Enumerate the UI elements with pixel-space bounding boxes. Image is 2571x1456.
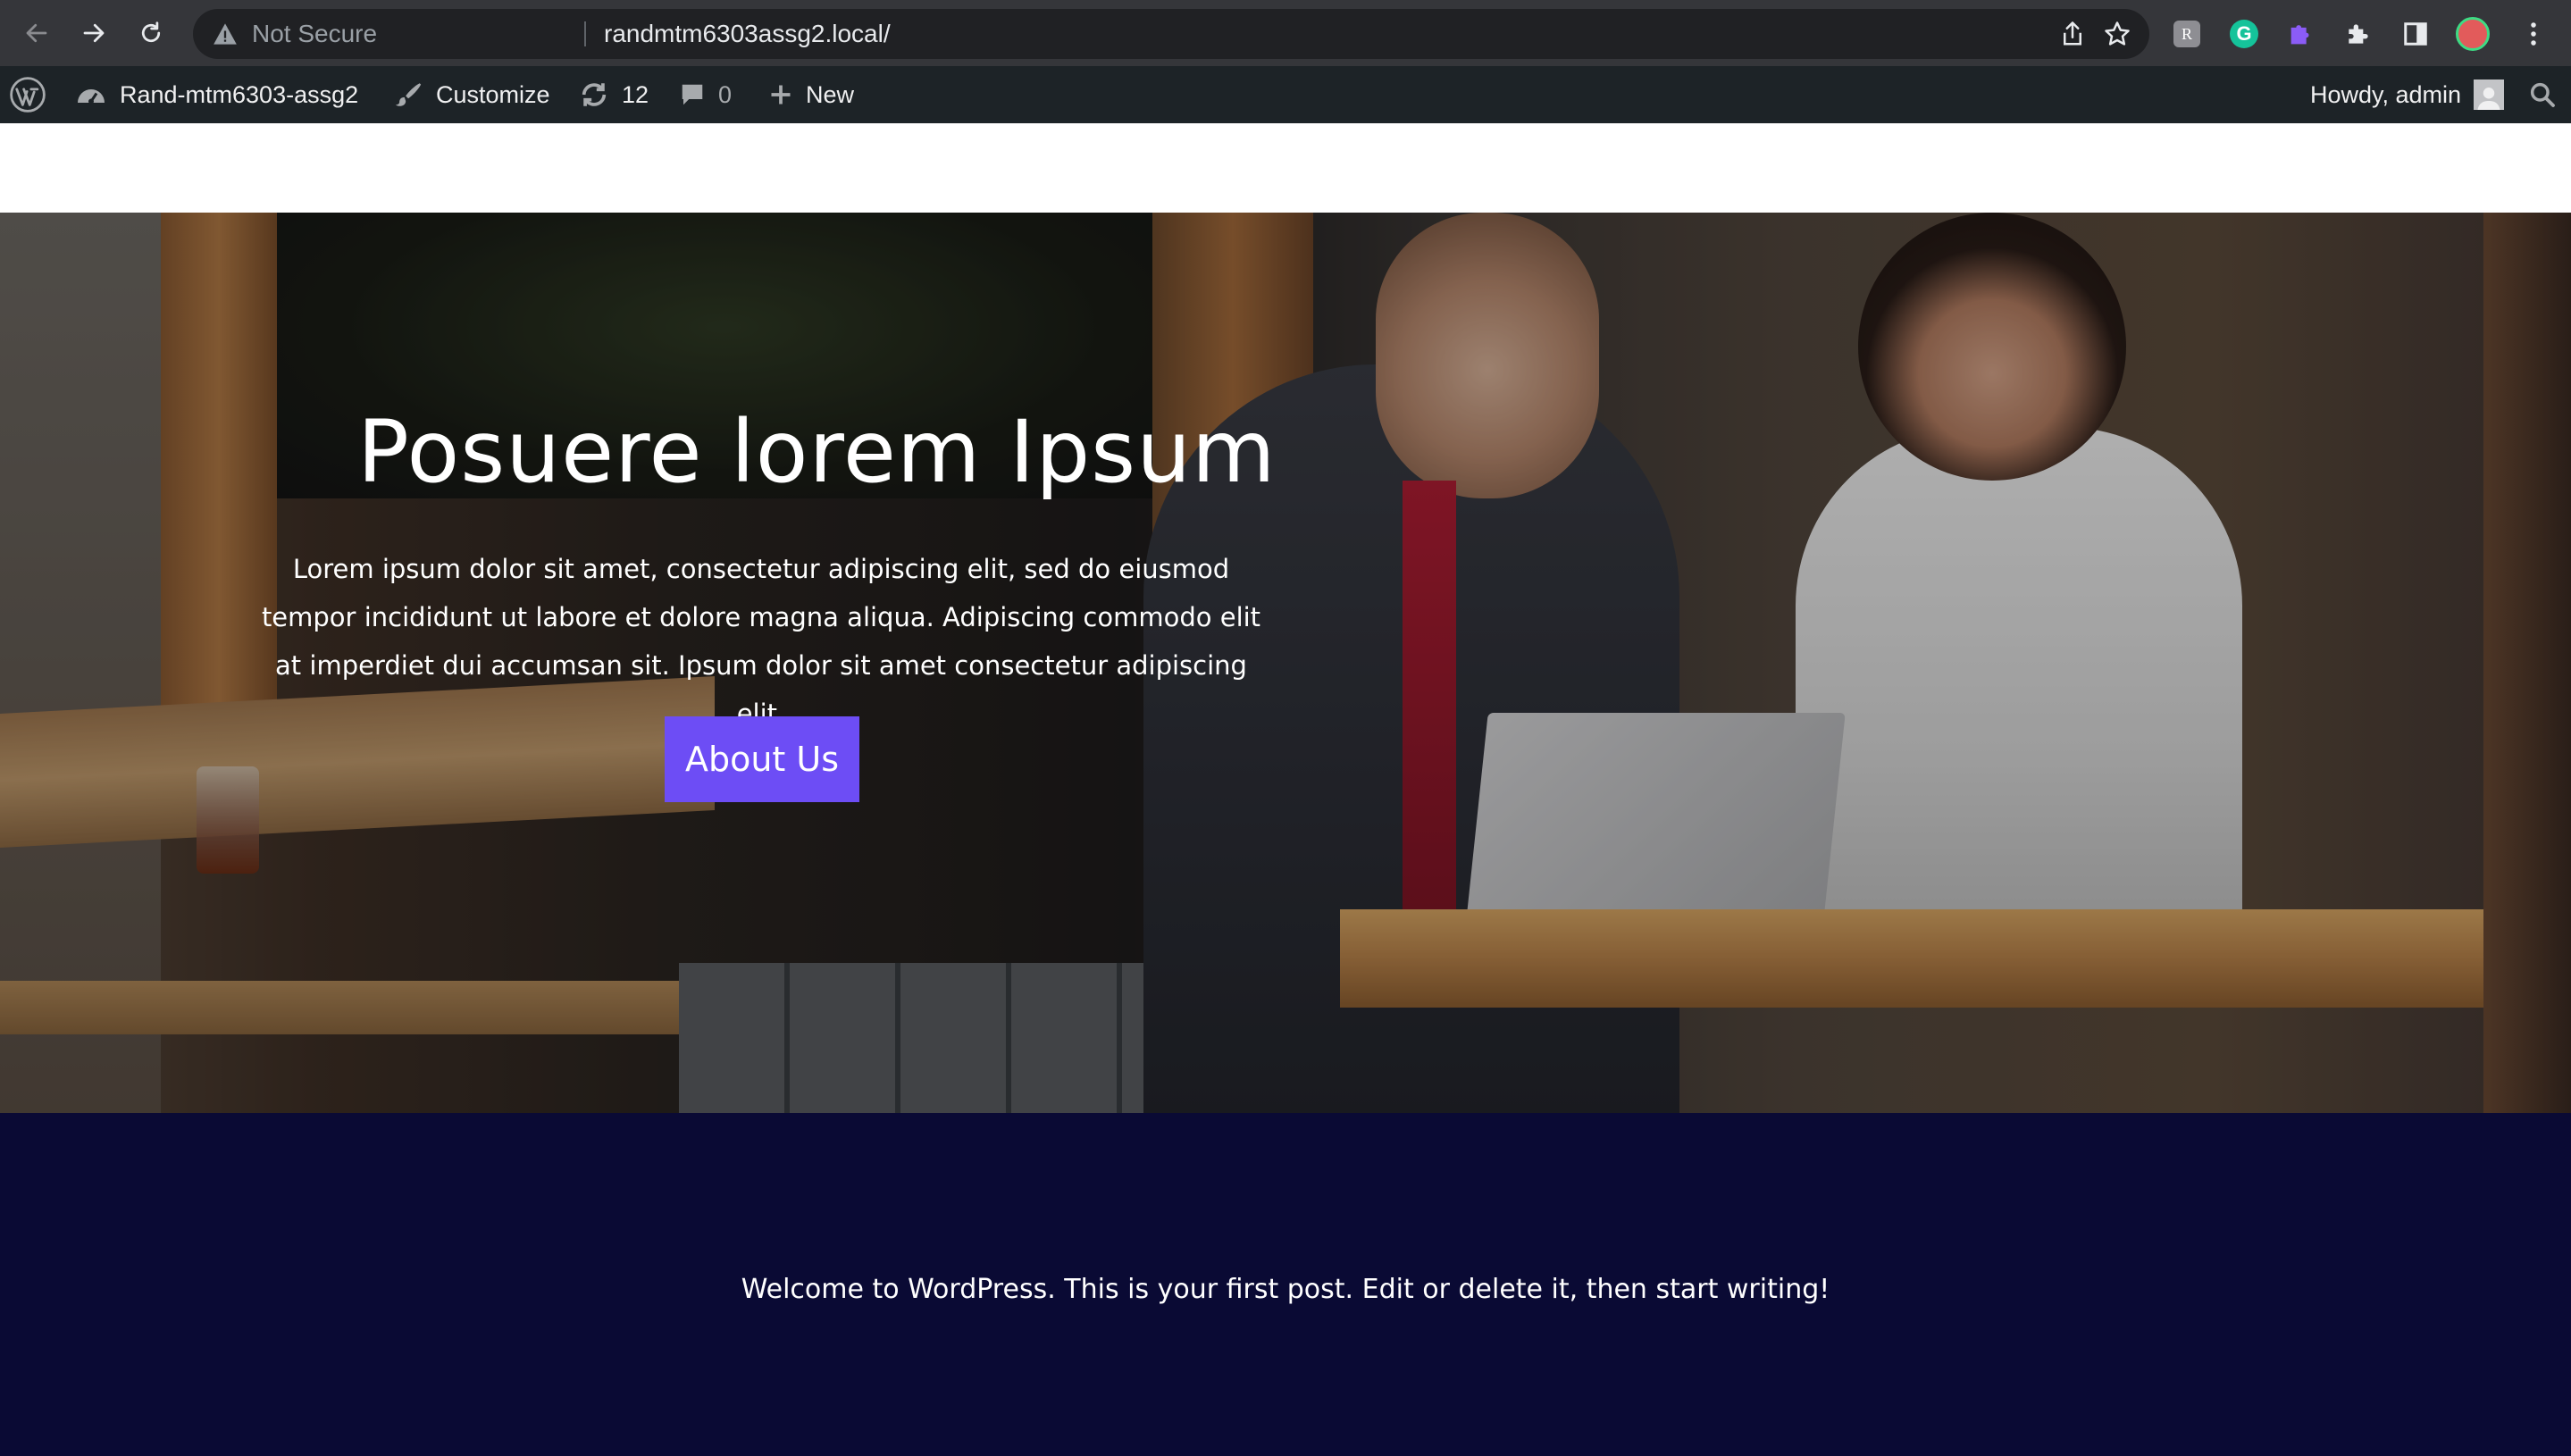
my-account-menu[interactable]: Howdy, admin bbox=[2310, 66, 2505, 123]
updates-refresh-icon bbox=[579, 79, 609, 110]
back-icon[interactable] bbox=[16, 13, 57, 54]
updates-count: 12 bbox=[622, 80, 649, 108]
wp-admin-bar: Rand-mtm6303-assg2 Customize 12 0 New Ho… bbox=[0, 66, 2571, 123]
extension-puzzle-rw-icon[interactable] bbox=[2283, 16, 2319, 52]
dashboard-gauge-icon bbox=[75, 80, 107, 109]
comment-bubble-icon bbox=[679, 81, 706, 108]
site-header bbox=[0, 123, 2571, 213]
browser-toolbar: Not Secure randmtm6303assg2.local/ R G bbox=[0, 0, 2571, 66]
hero-section: Posuere lorem Ipsum Lorem ipsum dolor si… bbox=[0, 213, 2571, 1113]
extensions-icon[interactable] bbox=[2341, 16, 2376, 52]
forward-icon[interactable] bbox=[73, 13, 114, 54]
menu-kebab-icon[interactable] bbox=[2516, 16, 2551, 52]
admin-search-icon[interactable] bbox=[2528, 66, 2557, 123]
grammarly-icon[interactable]: G bbox=[2226, 16, 2262, 52]
side-panel-icon[interactable] bbox=[2398, 16, 2433, 52]
new-label: New bbox=[806, 80, 855, 108]
howdy-label: Howdy, admin bbox=[2310, 80, 2462, 108]
comments-count: 0 bbox=[718, 80, 733, 108]
profile-avatar-icon[interactable] bbox=[2455, 16, 2491, 52]
warning-icon[interactable] bbox=[211, 20, 239, 48]
post-excerpt: Welcome to WordPress. This is your first… bbox=[741, 1274, 1830, 1305]
url-text[interactable]: randmtm6303assg2.local/ bbox=[604, 9, 891, 59]
site-name-label: Rand-mtm6303-assg2 bbox=[120, 80, 359, 108]
bookmark-star-icon[interactable] bbox=[2101, 18, 2133, 50]
extension-reader-icon[interactable]: R bbox=[2169, 16, 2205, 52]
security-status[interactable]: Not Secure bbox=[252, 9, 377, 59]
address-bar[interactable]: Not Secure randmtm6303assg2.local/ bbox=[193, 9, 2149, 59]
reload-icon[interactable] bbox=[130, 13, 172, 54]
wordpress-logo-icon[interactable] bbox=[9, 66, 46, 123]
updates-link[interactable]: 12 bbox=[579, 66, 649, 123]
hero-title: Posuere lorem Ipsum bbox=[357, 402, 1277, 502]
about-us-button[interactable]: About Us bbox=[665, 716, 859, 802]
post-section: Welcome to WordPress. This is your first… bbox=[0, 1113, 2571, 1456]
plus-icon bbox=[768, 82, 793, 107]
comments-link[interactable]: 0 bbox=[679, 66, 732, 123]
user-avatar bbox=[2474, 79, 2505, 110]
hero-description: Lorem ipsum dolor sit amet, consectetur … bbox=[261, 554, 1261, 729]
paintbrush-icon bbox=[393, 79, 423, 110]
new-content-link[interactable]: New bbox=[768, 66, 854, 123]
customize-link[interactable]: Customize bbox=[393, 66, 550, 123]
share-icon[interactable] bbox=[2056, 18, 2089, 50]
site-name-menu[interactable]: Rand-mtm6303-assg2 bbox=[75, 66, 358, 123]
omnibox-divider bbox=[584, 21, 586, 46]
customize-label: Customize bbox=[436, 80, 550, 108]
